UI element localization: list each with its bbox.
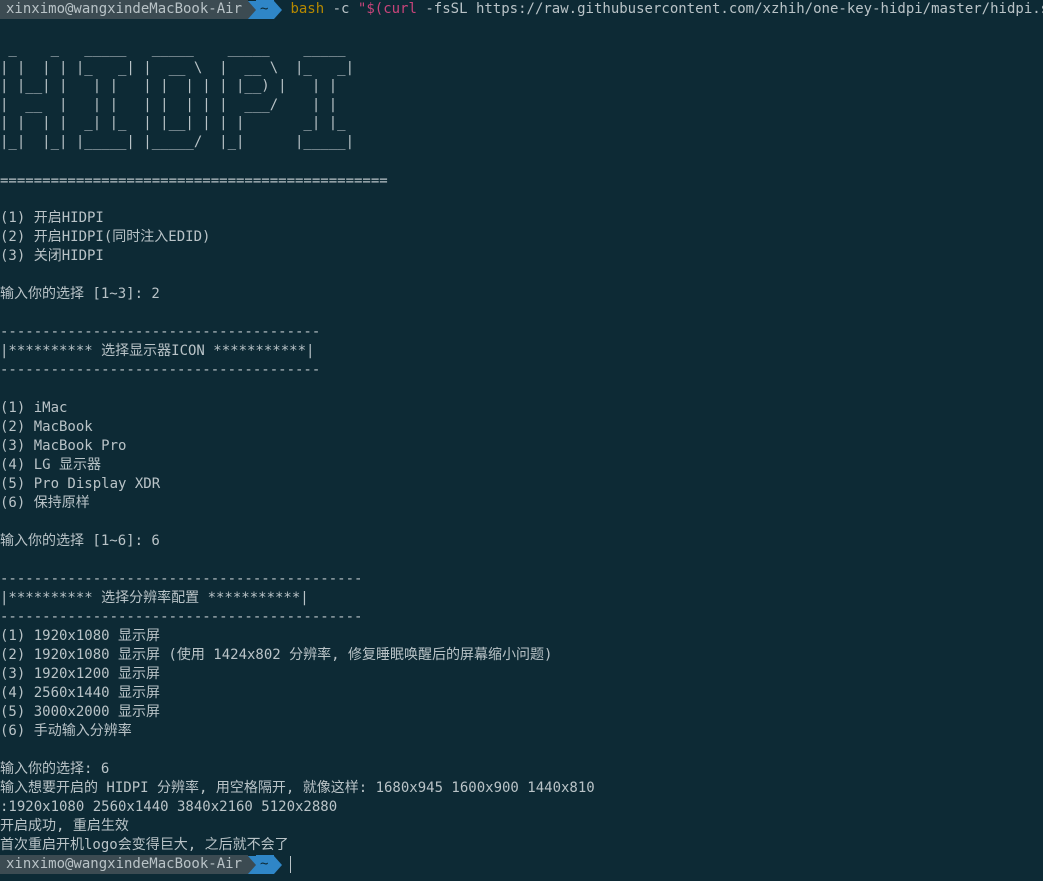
command-flag: -c	[332, 1, 350, 17]
res-input-value: :1920x1080 2560x1440 3840x2160 5120x2880	[0, 799, 338, 815]
menu-main-item-2: (2) 开启HIDPI(同时注入EDID)	[0, 229, 211, 245]
menu-main-item-3: (3) 关闭HIDPI	[0, 248, 104, 264]
menu-res-item-3: (3) 1920x1200 显示屏	[0, 666, 161, 682]
menu-icon-item-1: (1) iMac	[0, 400, 68, 416]
command-curl-flags: -fsSL	[425, 1, 468, 17]
main-choice: 输入你的选择 [1~3]: 2	[0, 286, 160, 302]
menu-res-item-4: (4) 2560x1440 显示屏	[0, 685, 161, 701]
menu-res-item-5: (5) 3000x2000 显示屏	[0, 704, 161, 720]
prompt-directory: ~	[256, 855, 275, 874]
icon-divider-top: --------------------------------------	[0, 324, 321, 340]
prompt-user-host: xinximo@wangxindeMacBook-Air	[0, 855, 249, 874]
main-divider: ========================================…	[0, 173, 388, 189]
command-url: https://raw.githubusercontent.com/xzhih/…	[475, 1, 1043, 17]
menu-icon-item-4: (4) LG 显示器	[0, 457, 102, 473]
menu-res-item-2: (2) 1920x1080 显示屏 (使用 1424x802 分辨率, 修复睡眠…	[0, 647, 553, 663]
prompt-user-host: xinximo@wangxindeMacBook-Air	[0, 0, 249, 19]
note-message: 首次重启开机logo会变得巨大, 之后就不会了	[0, 837, 289, 853]
prompt-separator	[248, 855, 257, 874]
menu-icon-item-3: (3) MacBook Pro	[0, 438, 127, 454]
res-divider-bottom: ----------------------------------------…	[0, 609, 363, 625]
hidpi-ascii-logo: _ _ _____ _____ _____ _____ | | | | |_ _…	[0, 41, 355, 150]
menu-res-item-6: (6) 手动输入分辨率	[0, 723, 132, 739]
prompt-arrow	[274, 0, 283, 19]
menu-main-item-1: (1) 开启HIDPI	[0, 210, 104, 226]
menu-icon-item-2: (2) MacBook	[0, 419, 93, 435]
res-divider-top: ----------------------------------------…	[0, 571, 363, 587]
icon-section-header: |********** 选择显示器ICON ***********|	[0, 343, 315, 359]
terminal-window[interactable]: xinximo@wangxindeMacBook-Air ~ bash -c "$(…	[0, 0, 1043, 881]
icon-choice: 输入你的选择 [1~6]: 6	[0, 533, 160, 549]
icon-divider-bottom: --------------------------------------	[0, 362, 321, 378]
res-choice: 输入你的选择: 6	[0, 761, 110, 777]
command-bin: bash	[290, 1, 325, 17]
menu-icon-item-6: (6) 保持原样	[0, 495, 90, 511]
prompt-arrow	[274, 855, 283, 874]
menu-res-item-1: (1) 1920x1080 显示屏	[0, 628, 161, 644]
res-section-header: |********** 选择分辨率配置 ***********|	[0, 590, 309, 606]
text-cursor[interactable]	[290, 856, 292, 873]
res-input-prompt: 输入想要开启的 HIDPI 分辨率, 用空格隔开, 就像这样: 1680x945…	[0, 780, 595, 796]
command-line: xinximo@wangxindeMacBook-Air ~ bash -c "$(…	[0, 0, 1043, 19]
menu-icon-item-5: (5) Pro Display XDR	[0, 476, 161, 492]
prompt-directory: ~	[256, 0, 275, 19]
command-quote-open: "$(curl	[357, 1, 417, 17]
prompt-separator	[248, 0, 257, 19]
success-message: 开启成功, 重启生效	[0, 818, 129, 834]
active-prompt-line[interactable]: xinximo@wangxindeMacBook-Air ~	[0, 855, 292, 874]
